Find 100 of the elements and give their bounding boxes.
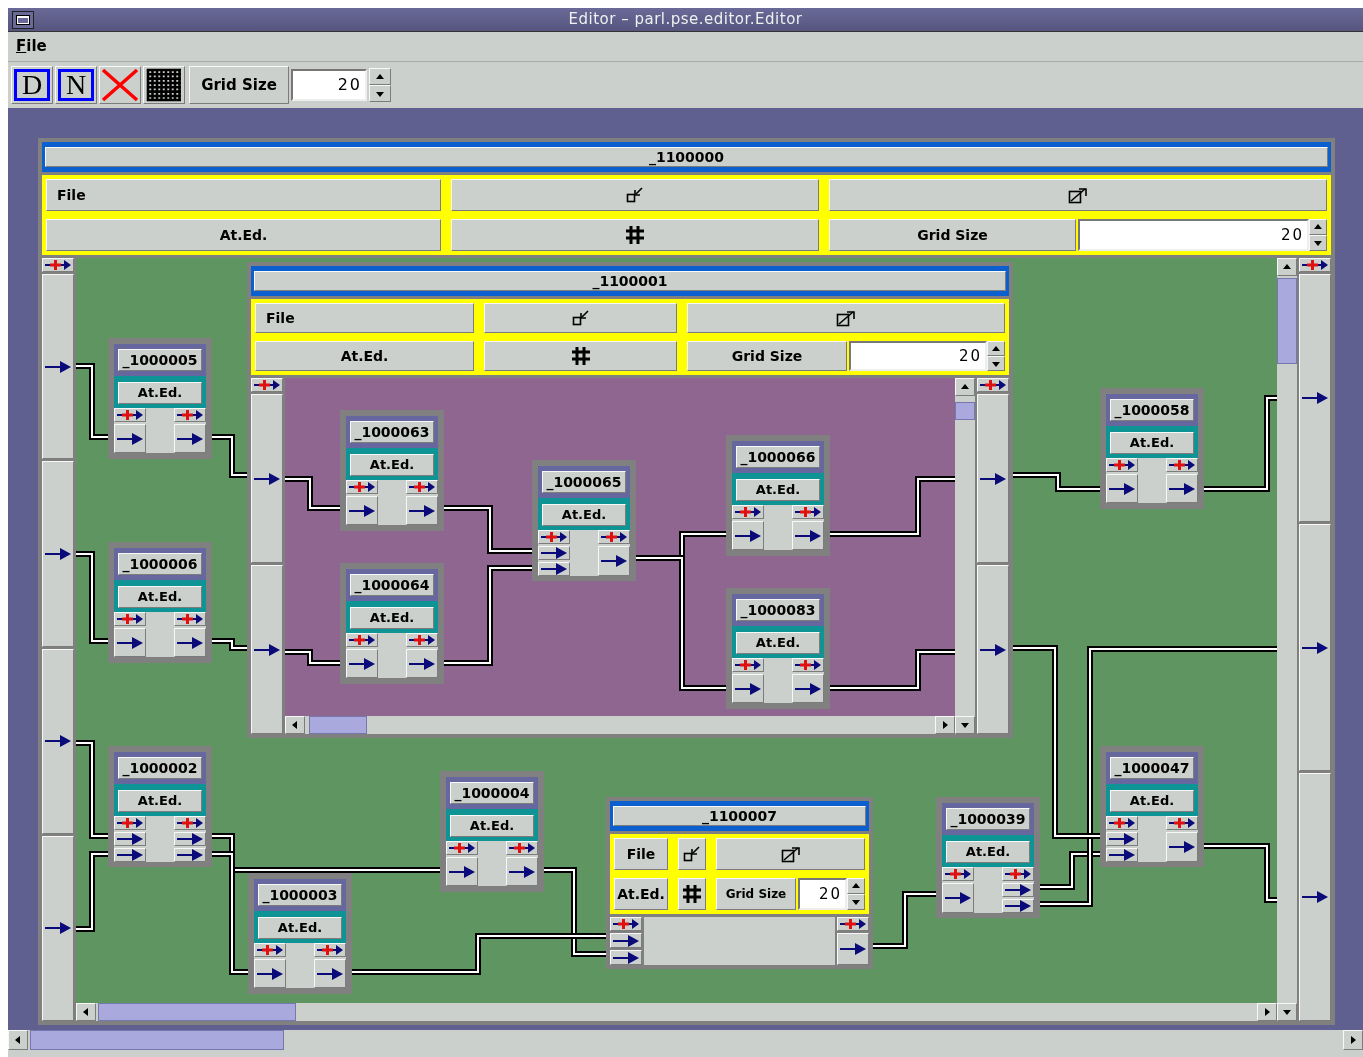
add-port-button[interactable]: [314, 943, 346, 957]
port-button[interactable]: [837, 933, 869, 965]
node-title-button[interactable]: _1000058: [1110, 399, 1194, 421]
node-title-button[interactable]: _1000003: [258, 884, 342, 906]
port-button[interactable]: [610, 950, 642, 965]
letter-tool-button[interactable]: D: [11, 66, 53, 104]
grid-size-button[interactable]: Grid Size: [829, 219, 1076, 251]
node-title-button[interactable]: _1000065: [542, 471, 626, 493]
file-button[interactable]: File: [46, 179, 441, 211]
grid-size-button[interactable]: Grid Size: [687, 341, 847, 371]
scroll-left-button[interactable]: [76, 1003, 96, 1021]
spin-up-button[interactable]: [847, 878, 865, 894]
port-button[interactable]: [114, 424, 146, 453]
spin-down-button[interactable]: [369, 85, 391, 102]
enlarge-button[interactable]: [716, 838, 865, 870]
file-button[interactable]: File: [614, 838, 668, 870]
vertical-scrollbar[interactable]: [955, 378, 975, 734]
node-title-button[interactable]: _1000039: [946, 808, 1030, 830]
add-port-button[interactable]: [1106, 458, 1138, 472]
port-button[interactable]: [538, 562, 570, 576]
grid-size-button[interactable]: Grid Size: [716, 878, 796, 910]
node-title-button[interactable]: _1000004: [450, 782, 534, 804]
port-button[interactable]: [610, 933, 642, 948]
port-button[interactable]: [1002, 883, 1034, 897]
attribute-editor-button[interactable]: At.Ed.: [118, 789, 202, 812]
attribute-editor-button[interactable]: At.Ed.: [1110, 789, 1194, 812]
horizontal-scrollbar[interactable]: [8, 1030, 1363, 1050]
composite-title-button[interactable]: _1100000: [45, 147, 1328, 167]
port-button[interactable]: [346, 649, 378, 678]
scroll-right-button[interactable]: [1343, 1030, 1363, 1050]
add-port-button[interactable]: [732, 505, 764, 519]
port-button[interactable]: [346, 496, 378, 525]
add-port-button[interactable]: [1166, 816, 1198, 830]
file-button[interactable]: File: [255, 303, 474, 333]
scroll-right-button[interactable]: [1257, 1003, 1277, 1021]
node-title-button[interactable]: _1000064: [350, 574, 434, 596]
spin-up-button[interactable]: [1309, 219, 1327, 235]
port-button[interactable]: [254, 959, 286, 988]
port-button[interactable]: [174, 848, 206, 862]
node-title-button[interactable]: _1000002: [118, 757, 202, 779]
add-port-button[interactable]: [174, 408, 206, 422]
attribute-editor-button[interactable]: At.Ed.: [736, 478, 820, 501]
shrink-button[interactable]: [678, 838, 706, 870]
attribute-editor-button[interactable]: At.Ed.: [736, 631, 820, 654]
scroll-up-button[interactable]: [955, 378, 975, 396]
node-title-button[interactable]: _1000005: [118, 349, 202, 371]
attribute-editor-button[interactable]: At.Ed.: [542, 503, 626, 526]
composite-title-button[interactable]: _1100007: [613, 806, 866, 826]
attribute-editor-button[interactable]: At.Ed.: [118, 585, 202, 608]
add-port-button[interactable]: [598, 530, 630, 544]
port-button[interactable]: [792, 674, 824, 703]
port-button[interactable]: [598, 546, 630, 576]
port-button[interactable]: [1002, 899, 1034, 913]
enlarge-button[interactable]: [829, 179, 1327, 211]
port-button[interactable]: [792, 521, 824, 550]
add-port-button[interactable]: [1166, 458, 1198, 472]
port-button[interactable]: [1166, 474, 1198, 503]
add-port-button[interactable]: [1002, 867, 1034, 881]
port-button[interactable]: [1106, 474, 1138, 503]
add-port-button[interactable]: [1299, 258, 1331, 272]
add-port-button[interactable]: [792, 505, 824, 519]
add-port-button[interactable]: [610, 917, 642, 931]
scrollbar-thumb[interactable]: [30, 1030, 284, 1050]
port-button[interactable]: [114, 832, 146, 846]
add-port-button[interactable]: [792, 658, 824, 672]
scrollbar-thumb[interactable]: [1277, 278, 1297, 364]
scrollbar-thumb[interactable]: [98, 1003, 296, 1021]
port-button[interactable]: [1106, 848, 1138, 862]
add-port-button[interactable]: [114, 408, 146, 422]
scroll-up-button[interactable]: [1277, 258, 1297, 276]
add-port-button[interactable]: [977, 378, 1009, 392]
add-port-button[interactable]: [942, 867, 974, 881]
add-port-button[interactable]: [42, 258, 74, 272]
horizontal-scrollbar[interactable]: [76, 1003, 1277, 1021]
grid-size-field[interactable]: 20: [849, 341, 987, 371]
scroll-right-button[interactable]: [935, 716, 955, 734]
port-button[interactable]: [506, 857, 538, 886]
spin-down-button[interactable]: [1309, 235, 1327, 251]
port-button[interactable]: [446, 857, 478, 886]
port-button[interactable]: [942, 883, 974, 913]
grid-size-button[interactable]: Grid Size: [189, 66, 289, 104]
add-port-button[interactable]: [251, 378, 283, 392]
node-title-button[interactable]: _1000066: [736, 446, 820, 468]
node-title-button[interactable]: _1000006: [118, 553, 202, 575]
add-port-button[interactable]: [346, 480, 378, 494]
attribute-editor-button[interactable]: At.Ed.: [255, 341, 474, 371]
port-button[interactable]: [114, 628, 146, 657]
attribute-editor-button[interactable]: At.Ed.: [350, 453, 434, 476]
scroll-down-button[interactable]: [1277, 1003, 1297, 1021]
port-button[interactable]: [538, 546, 570, 560]
grid-tool-button[interactable]: [143, 66, 185, 104]
port-button[interactable]: [114, 848, 146, 862]
port-button[interactable]: [1106, 832, 1138, 846]
add-port-button[interactable]: [446, 841, 478, 855]
port-button[interactable]: [406, 649, 438, 678]
add-port-button[interactable]: [174, 816, 206, 830]
spin-up-button[interactable]: [369, 68, 391, 85]
port-button[interactable]: [174, 832, 206, 846]
attribute-editor-button[interactable]: At.Ed.: [258, 916, 342, 939]
scrollbar-thumb[interactable]: [955, 402, 975, 420]
